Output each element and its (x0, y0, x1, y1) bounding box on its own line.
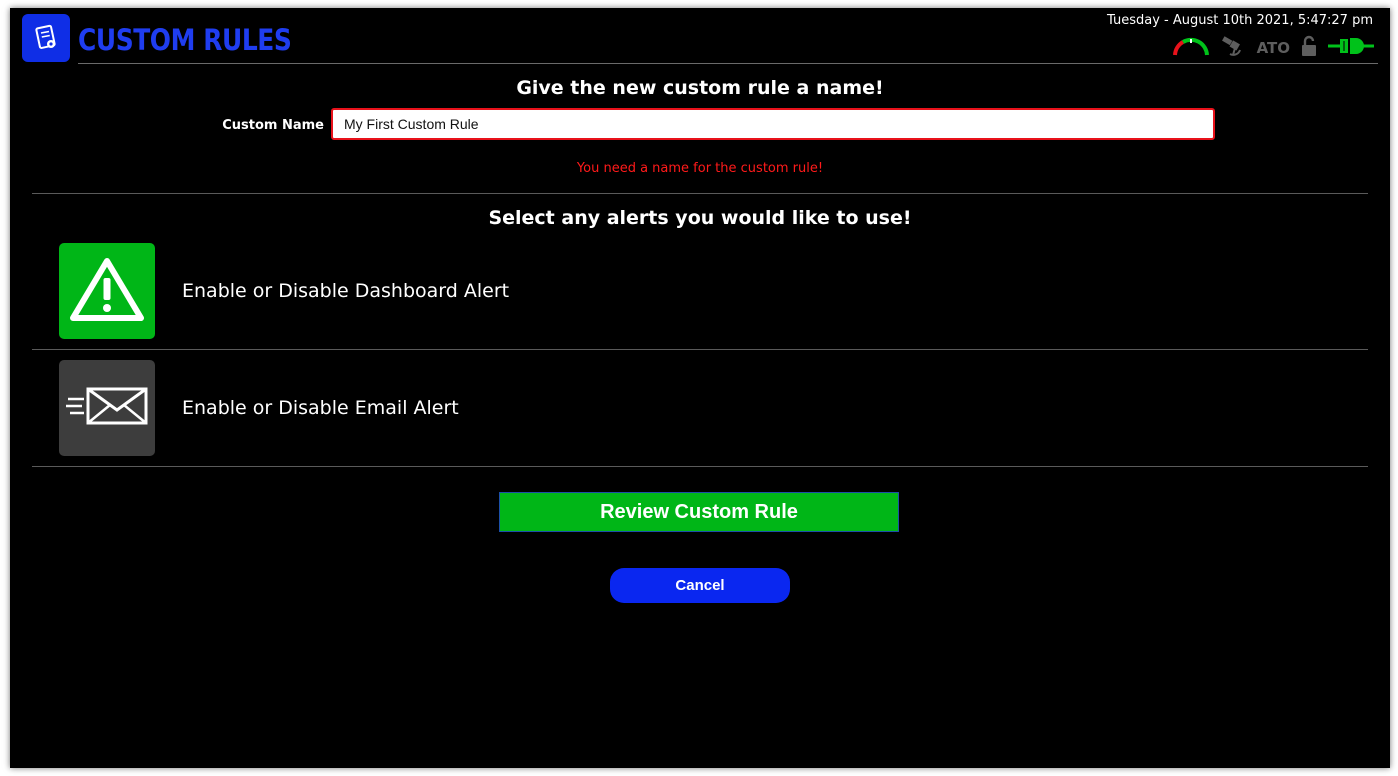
satellite-icon (1221, 34, 1247, 63)
dashboard-alert-toggle[interactable] (59, 243, 155, 339)
row-divider (32, 466, 1368, 467)
app-window: CUSTOM RULES Tuesday - August 10th 2021,… (10, 8, 1390, 768)
status-bar: ATO (1171, 35, 1374, 61)
cancel-button[interactable]: Cancel (610, 568, 790, 603)
header-divider (78, 63, 1378, 64)
alerts-section-heading: Select any alerts you would like to use! (488, 207, 912, 229)
email-alert-toggle[interactable] (59, 360, 155, 456)
email-alert-row[interactable]: Enable or Disable Email Alert (32, 350, 1368, 466)
email-alert-label: Enable or Disable Email Alert (182, 397, 459, 419)
plug-connected-icon (1328, 36, 1374, 61)
ato-status: ATO (1256, 39, 1290, 57)
custom-rules-document-icon (22, 14, 70, 62)
gauge-icon (1171, 35, 1211, 62)
custom-name-label: Custom Name (222, 118, 324, 133)
name-section-heading: Give the new custom rule a name! (516, 77, 884, 99)
custom-name-input[interactable] (331, 108, 1215, 140)
warning-icon (69, 256, 145, 327)
review-custom-rule-button[interactable]: Review Custom Rule (499, 492, 899, 532)
unlock-icon (1300, 35, 1318, 62)
page-title: CUSTOM RULES (78, 23, 292, 57)
section-divider (32, 193, 1368, 194)
dashboard-alert-row[interactable]: Enable or Disable Dashboard Alert (32, 233, 1368, 349)
email-icon (66, 386, 148, 431)
dashboard-alert-label: Enable or Disable Dashboard Alert (182, 280, 510, 302)
name-error-message: You need a name for the custom rule! (576, 161, 824, 176)
datetime-display: Tuesday - August 10th 2021, 5:47:27 pm (1107, 13, 1373, 28)
